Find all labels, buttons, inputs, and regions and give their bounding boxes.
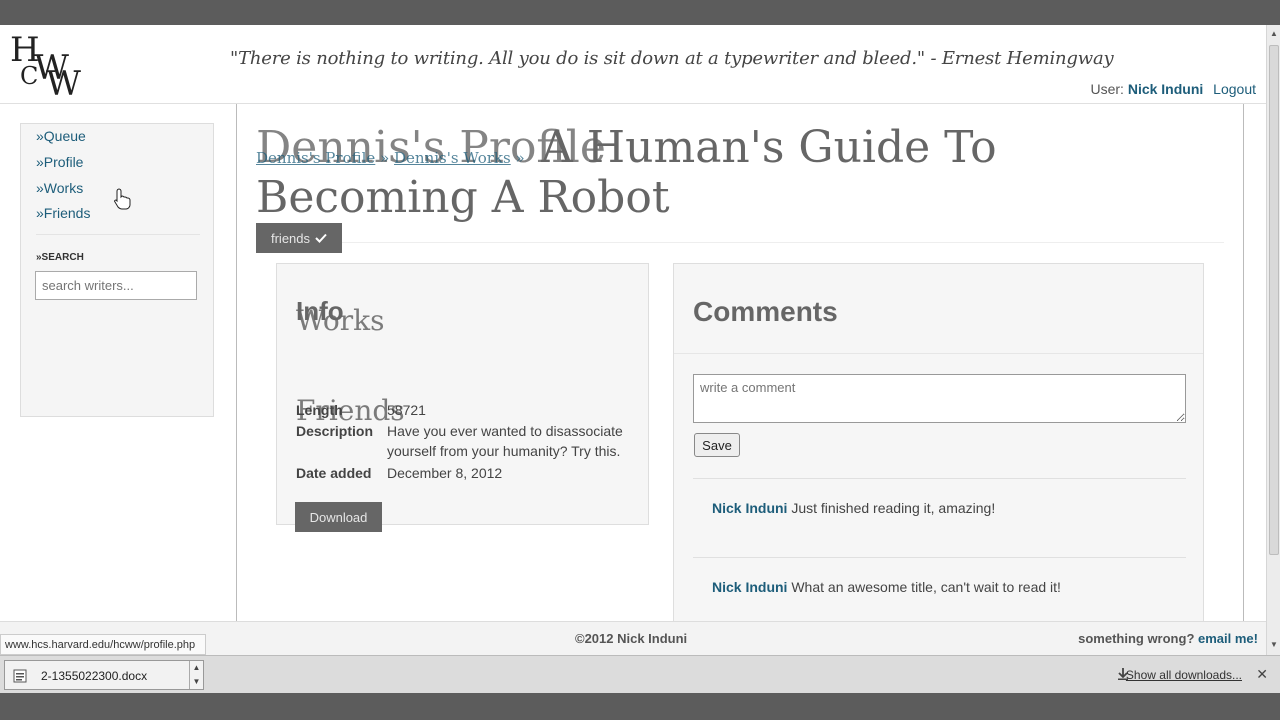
scroll-down-arrow-icon[interactable]: ▼ (1269, 639, 1279, 651)
header-quote: "There is nothing to writing. All you do… (230, 48, 1114, 69)
comments-heading-divider (674, 353, 1203, 354)
page-title: A Human's Guide To Becoming A Robot (256, 122, 997, 223)
date-added-label: Date added (296, 465, 372, 481)
comment-item: Nick Induni What an awesome title, can't… (712, 579, 1061, 595)
report-text: something wrong? (1078, 631, 1195, 646)
checkmark-icon (315, 233, 327, 243)
main-right-border (1243, 104, 1244, 655)
close-icon[interactable]: ✕ (1256, 666, 1268, 683)
browser-top-bar (0, 0, 1280, 25)
email-me-link[interactable]: email me! (1198, 631, 1258, 646)
date-added-value: December 8, 2012 (387, 465, 503, 481)
logo-letter-w2: W (46, 64, 81, 104)
comment-divider (693, 478, 1186, 479)
copyright-text: ©2012 Nick Induni (575, 631, 688, 646)
status-bar-url: www.hcs.harvard.edu/hcww/profile.php (0, 634, 207, 655)
friends-button[interactable]: friends (256, 223, 342, 253)
sidebar-divider (236, 104, 237, 655)
sidebar-item-friends[interactable]: »Friends (36, 205, 90, 221)
save-comment-button[interactable]: Save (694, 433, 740, 457)
friends-button-label: friends (270, 230, 311, 246)
title-divider (256, 242, 1224, 243)
download-button[interactable]: Download (295, 502, 382, 532)
comments-panel: Comments Save Nick Induni Just finished … (673, 263, 1204, 655)
sidebar-separator (36, 234, 200, 235)
report-problem: something wrong? email me! (1078, 631, 1258, 646)
download-shelf: 2-1355022300.docx ▲ ▼ Show all downloads.… (0, 655, 1280, 693)
comment-author-link[interactable]: Nick Induni (712, 500, 787, 516)
show-all-downloads-link[interactable]: Show all downloads... (1126, 668, 1242, 682)
search-writers-input[interactable] (35, 271, 197, 300)
length-value: 58721 (387, 402, 426, 418)
user-label: User: (1090, 81, 1124, 97)
comment-item: Nick Induni Just finished reading it, am… (712, 500, 995, 516)
sidebar-item-profile[interactable]: »Profile (36, 154, 83, 170)
scroll-up-arrow-icon[interactable]: ▲ (1269, 28, 1279, 40)
description-label: Description (296, 423, 374, 439)
title-area: Dennis's Profile Dennis's Profile » Denn… (256, 123, 1236, 233)
user-name-link[interactable]: Nick Induni (1128, 81, 1203, 97)
scrollbar-thumb[interactable] (1269, 45, 1279, 555)
comment-author-link[interactable]: Nick Induni (712, 579, 787, 595)
sidebar-item-queue[interactable]: »Queue (36, 128, 86, 144)
download-item[interactable]: 2-1355022300.docx ▲ ▼ (4, 660, 204, 690)
search-label: »SEARCH (36, 252, 84, 263)
ghost-works-heading: Works (296, 304, 385, 337)
length-label: Length (296, 402, 343, 418)
sidebar-item-works[interactable]: »Works (36, 180, 83, 196)
info-panel: Info Works Friends Length 58721 Descript… (276, 263, 649, 532)
hcww-logo[interactable]: H C W W (8, 33, 84, 104)
comment-text: What an awesome title, can't wait to rea… (791, 579, 1061, 595)
comment-divider (693, 557, 1186, 558)
web-page: H C W W "There is nothing to writing. Al… (0, 25, 1266, 655)
sidebar: »Queue »Profile »Works »Friends »SEARCH (20, 123, 214, 417)
comment-text: Just finished reading it, amazing! (791, 500, 996, 516)
download-file-name: 2-1355022300.docx (41, 669, 148, 683)
vertical-scrollbar[interactable]: ▲ ▼ (1266, 25, 1280, 655)
comment-input[interactable] (693, 374, 1186, 423)
header-divider (0, 103, 1266, 104)
description-value: Have you ever wanted to disassociate you… (387, 423, 623, 459)
word-document-icon (13, 669, 27, 683)
user-bar: User: Nick Induni Logout (1090, 81, 1256, 97)
logout-link[interactable]: Logout (1213, 81, 1256, 97)
browser-bottom-bar (0, 693, 1280, 720)
download-menu-arrow-icon[interactable]: ▲ ▼ (189, 661, 203, 689)
comments-heading: Comments (693, 296, 838, 327)
hand-cursor-icon (114, 188, 131, 210)
